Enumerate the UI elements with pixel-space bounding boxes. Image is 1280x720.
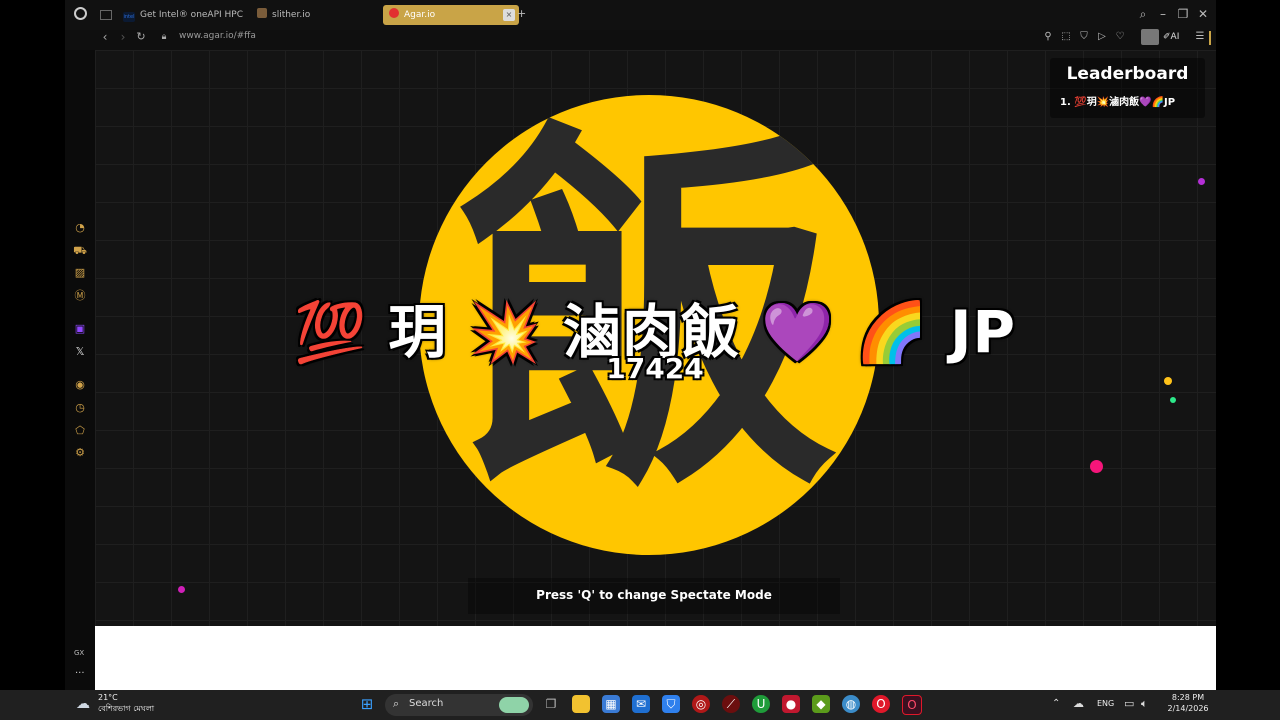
menu-icon[interactable]: ☰ [1193,31,1207,42]
gx-control-icon[interactable]: ⛟ [73,244,87,258]
ai-label: AI [1170,32,1180,42]
sidebar-more-icon[interactable]: ... [75,665,85,676]
restore-icon[interactable]: ❐ [1175,7,1191,21]
taskbar: ☁ 21°C বেশিরভাগ মেঘলা ⊞ ⌕ Search ❐ ▦ ✉ ⛉… [0,690,1280,720]
pellet [1198,178,1205,185]
tab-overview-icon[interactable] [100,10,112,20]
game-canvas[interactable]: 飯 💯 玥 💥 滷肉飯 💜 🌈 JP 17424 Leaderboard 1. … [95,50,1216,626]
opera-gx-icon[interactable]: O [902,695,922,715]
tray-chevron-icon[interactable]: ⌃ [1052,698,1060,709]
back-icon[interactable]: ‹ [97,30,113,44]
address-bar[interactable]: www.agar.io/#ffa [179,31,256,41]
forward-icon[interactable]: › [115,30,131,44]
cloud-icon: ☁ [76,696,90,712]
profile-avatar[interactable] [1141,29,1159,45]
search-tabs-icon[interactable]: ⌕ [1135,7,1151,22]
twitch-icon[interactable]: ▣ [73,322,87,336]
screen-recorder-icon[interactable]: ● [782,695,800,713]
tab-label: Agar.io [404,10,436,20]
search-icon: ⌕ [393,697,400,710]
accent-bar [1209,31,1211,45]
network-icon[interactable]: ▭ [1124,697,1134,710]
search-highlight-icon [499,697,529,713]
agar-favicon-icon [389,8,399,18]
opera-icon[interactable]: O [872,695,890,713]
tab-close-icon[interactable]: × [503,9,515,21]
player-score: 17424 [606,352,704,385]
speed-dial-icon[interactable]: ◔ [73,221,87,235]
app-red-icon[interactable]: ◎ [692,695,710,713]
pin-icon[interactable]: ⚲ [1041,31,1055,42]
play-icon[interactable]: ▷ [1095,31,1109,42]
volume-icon[interactable]: 🔈︎ [1141,697,1148,711]
upwork-icon[interactable]: U [752,695,770,713]
task-view-icon[interactable]: ❐ [542,695,560,713]
gx-cleaner-icon[interactable]: ▨ [73,266,87,280]
new-tab-button[interactable]: + [517,7,526,20]
tab-agar[interactable]: Agar.io × [383,5,519,25]
pellet [1164,377,1172,385]
messenger-m-icon[interactable]: Ⓜ [73,289,87,303]
pellet [178,586,185,593]
windows-start-icon[interactable]: ⊞ [358,695,376,713]
ai-icon: ✐ [1163,32,1171,42]
onedrive-icon[interactable]: ☁ [1073,697,1084,710]
history-icon[interactable]: ◷ [73,401,87,415]
language-indicator[interactable]: ENG [1097,699,1114,708]
heart-icon[interactable]: ♡ [1113,31,1127,42]
pellet [1170,397,1176,403]
leaderboard-title: Leaderboard [1066,64,1189,84]
settings-gear-icon[interactable]: ⚙ [73,446,87,460]
player-icon[interactable]: ◉ [73,378,87,392]
lock-icon: 🔒︎ [161,32,167,42]
defender-icon[interactable]: ⛉ [662,695,680,713]
ai-button[interactable]: ✐AI [1163,32,1179,42]
app-dark-red-icon[interactable]: ⟋ [722,695,740,713]
extensions-icon[interactable]: ⬠ [73,424,87,438]
tab-intel[interactable]: intel Get Intel® oneAPI HPC Too [123,5,245,25]
reload-icon[interactable]: ↻ [133,30,149,43]
weather-description: বেশিরভাগ মেঘলা [98,704,155,713]
file-explorer-icon[interactable] [572,695,590,713]
weather-temperature: 21°C [98,693,118,702]
taskbar-search[interactable]: ⌕ Search [385,694,533,716]
search-label: Search [409,698,444,709]
opera-gx-logo-icon[interactable] [74,7,87,20]
tab-bar: intel Get Intel® oneAPI HPC Too slither.i… [65,0,1216,30]
tab-label: slither.io [272,10,311,20]
x-twitter-icon[interactable]: 𝕏 [73,345,87,359]
slither-favicon-icon [257,8,267,18]
page-footer-area [95,626,1216,690]
leaderboard-entry: 1. 💯玥💥滷肉飯💜🌈JP [1060,97,1176,108]
clock-date[interactable]: 2/14/2026 [1160,704,1216,713]
store-icon[interactable]: ▦ [602,695,620,713]
outlook-icon[interactable]: ✉ [632,695,650,713]
shield-icon[interactable]: ⛉ [1077,31,1091,42]
tab-label: Get Intel® oneAPI HPC Too [140,10,245,20]
globe-icon[interactable]: ◍ [842,695,860,713]
minimize-icon[interactable]: – [1155,7,1171,21]
snapshot-icon[interactable]: ⬚ [1059,31,1073,42]
clock-time[interactable]: 8:28 PM [1160,693,1216,702]
leaderboard: Leaderboard 1. 💯玥💥滷肉飯💜🌈JP [1050,58,1205,118]
sidebar: ◔ ⛟ ▨ Ⓜ ▣ 𝕏 ◉ ◷ ⬠ ⚙ GX ... [65,50,95,690]
close-window-icon[interactable]: ✕ [1195,7,1211,21]
pellet [1090,460,1103,473]
nvidia-icon[interactable]: ◆ [812,695,830,713]
intel-favicon-icon: intel [123,12,135,22]
tab-slither[interactable]: slither.io [257,5,367,25]
spectate-hint: Press 'Q' to change Spectate Mode [536,588,772,602]
gx-label[interactable]: GX [74,649,84,657]
